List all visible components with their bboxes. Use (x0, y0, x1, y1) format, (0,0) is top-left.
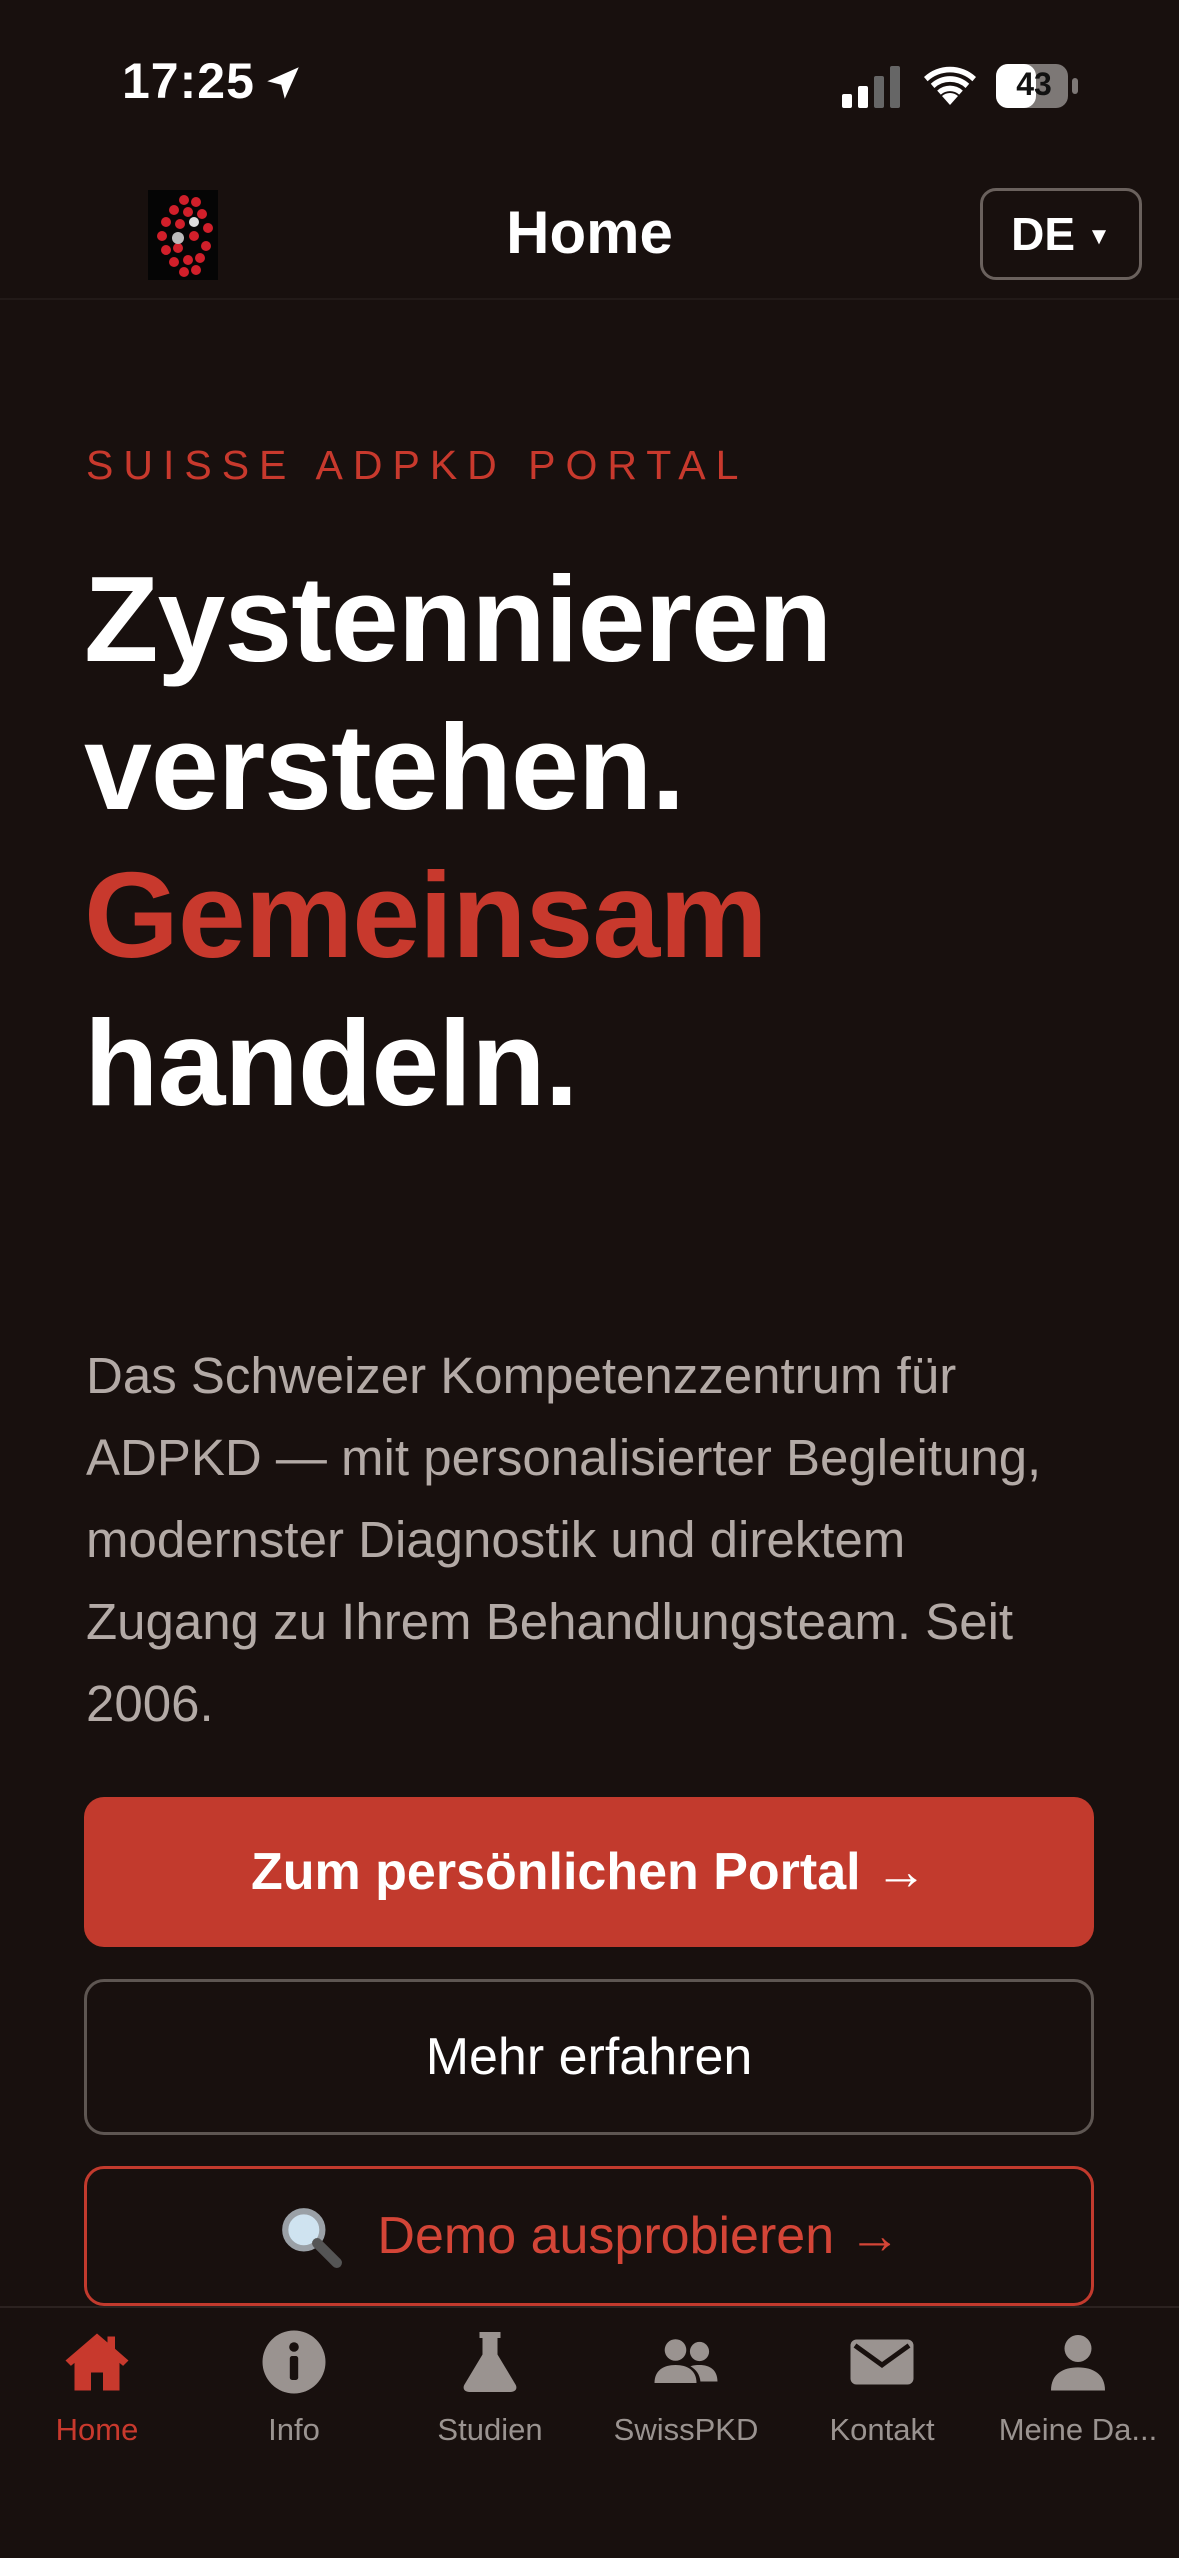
eyebrow-label: SUISSE ADPKD PORTAL (86, 442, 749, 488)
location-arrow-icon (267, 67, 299, 99)
magnifier-icon (282, 2208, 343, 2268)
tab-kontakt[interactable]: Kontakt (784, 2326, 980, 2448)
battery-level: 43 (1016, 66, 1052, 102)
learn-more-button-label: Mehr erfahren (425, 2028, 753, 2086)
flask-icon (463, 2332, 517, 2392)
learn-more-button[interactable]: Mehr erfahren (84, 1979, 1094, 2135)
hero-line-4: handeln. (84, 995, 579, 1131)
envelope-icon (850, 2339, 914, 2385)
signal-icon (842, 66, 900, 108)
home-icon (65, 2333, 129, 2391)
tab-label-meine-daten: Meine Da... (998, 2412, 1158, 2447)
tab-meine-daten[interactable]: Meine Da... (980, 2326, 1176, 2448)
hero-line-accent: Gemeinsam (84, 847, 768, 983)
tab-label-info: Info (268, 2412, 320, 2447)
tab-home[interactable]: Home (0, 2326, 195, 2448)
user-icon (1051, 2335, 1105, 2391)
tab-studien[interactable]: Studien (392, 2326, 588, 2448)
demo-button[interactable]: Demo ausprobieren → (84, 2166, 1094, 2306)
hero-description: Das Schweizer Kompetenzzentrum für ADPKD… (86, 1347, 1042, 1732)
hero-line-2: verstehen. (84, 699, 685, 835)
hero-line-1: Zystennieren (84, 551, 832, 687)
header-divider (0, 298, 1179, 300)
hero-headline: Zystennieren verstehen. Gemeinsam handel… (84, 545, 832, 1137)
tab-info[interactable]: Info (196, 2326, 392, 2448)
tab-label-kontakt: Kontakt (829, 2412, 935, 2447)
tab-label-home: Home (55, 2412, 139, 2447)
demo-button-label: Demo ausprobieren → (377, 2207, 901, 2265)
status-time: 17:25 (122, 53, 255, 109)
people-icon (654, 2339, 718, 2383)
language-selector[interactable]: DE ▼ (980, 188, 1142, 280)
caret-down-icon: ▼ (1087, 223, 1111, 250)
tab-label-swisspkd: SwissPKD (613, 2412, 759, 2447)
tab-swisspkd[interactable]: SwissPKD (588, 2326, 784, 2448)
wifi-icon (924, 66, 976, 105)
portal-button[interactable]: Zum persönlichen Portal → (84, 1797, 1094, 1947)
language-label: DE (1011, 208, 1076, 260)
portal-button-label: Zum persönlichen Portal → (250, 1843, 928, 1901)
tab-label-studien: Studien (437, 2412, 543, 2447)
tab-bar: Home Info Studien SwissPKD Kontakt Meine… (0, 2306, 1179, 2558)
info-icon (262, 2330, 326, 2394)
